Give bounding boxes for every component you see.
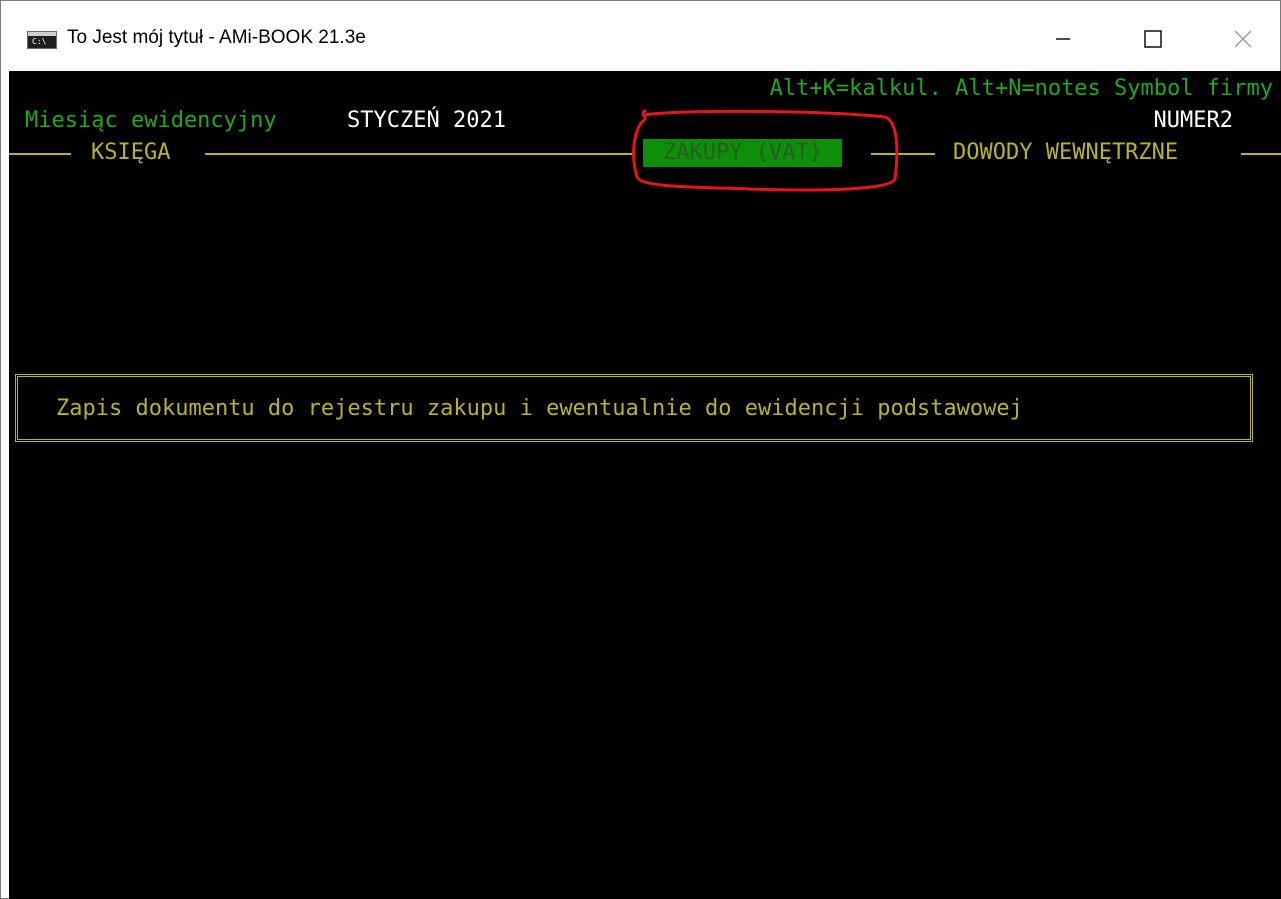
window-title: To Jest mój tytuł - AMi-BOOK 21.3e — [67, 27, 366, 48]
hotkeys-hint: Alt+K=kalkul. Alt+N=notes Symbol firmy — [769, 76, 1273, 101]
message-text: Zapis dokumentu do rejestru zakupu i ewe… — [56, 396, 1023, 421]
close-button[interactable] — [1221, 13, 1265, 65]
company-symbol: NUMER2 — [1153, 108, 1233, 133]
menu-line-segment — [1241, 153, 1281, 155]
console-window: C:\ To Jest mój tytuł - AMi-BOOK 21.3e A… — [0, 0, 1281, 899]
close-icon — [1234, 30, 1252, 48]
menu-line-segment — [871, 153, 935, 155]
title-bar[interactable]: C:\ To Jest mój tytuł - AMi-BOOK 21.3e — [1, 1, 1280, 71]
tab-zakupy-vat[interactable]: ZAKUPY (VAT) — [643, 139, 842, 167]
tab-ksiega[interactable]: KSIĘGA — [91, 139, 170, 167]
menu-line-segment — [9, 153, 71, 155]
tab-dowody-wewnetrzne[interactable]: DOWODY WEWNĘTRZNE — [953, 139, 1178, 167]
minimize-icon — [1056, 38, 1070, 40]
month-value: STYCZEŃ 2021 — [347, 108, 506, 133]
menu-line-segment — [205, 153, 633, 155]
console-window-icon[interactable]: C:\ — [27, 31, 57, 49]
month-label: Miesiąc ewidencyjny — [25, 108, 277, 133]
terminal-area[interactable]: Alt+K=kalkul. Alt+N=notes Symbol firmy M… — [9, 71, 1281, 899]
maximize-icon — [1144, 30, 1162, 48]
message-box: Zapis dokumentu do rejestru zakupu i ewe… — [15, 374, 1253, 442]
maximize-button[interactable] — [1131, 13, 1175, 65]
minimize-button[interactable] — [1041, 13, 1085, 65]
